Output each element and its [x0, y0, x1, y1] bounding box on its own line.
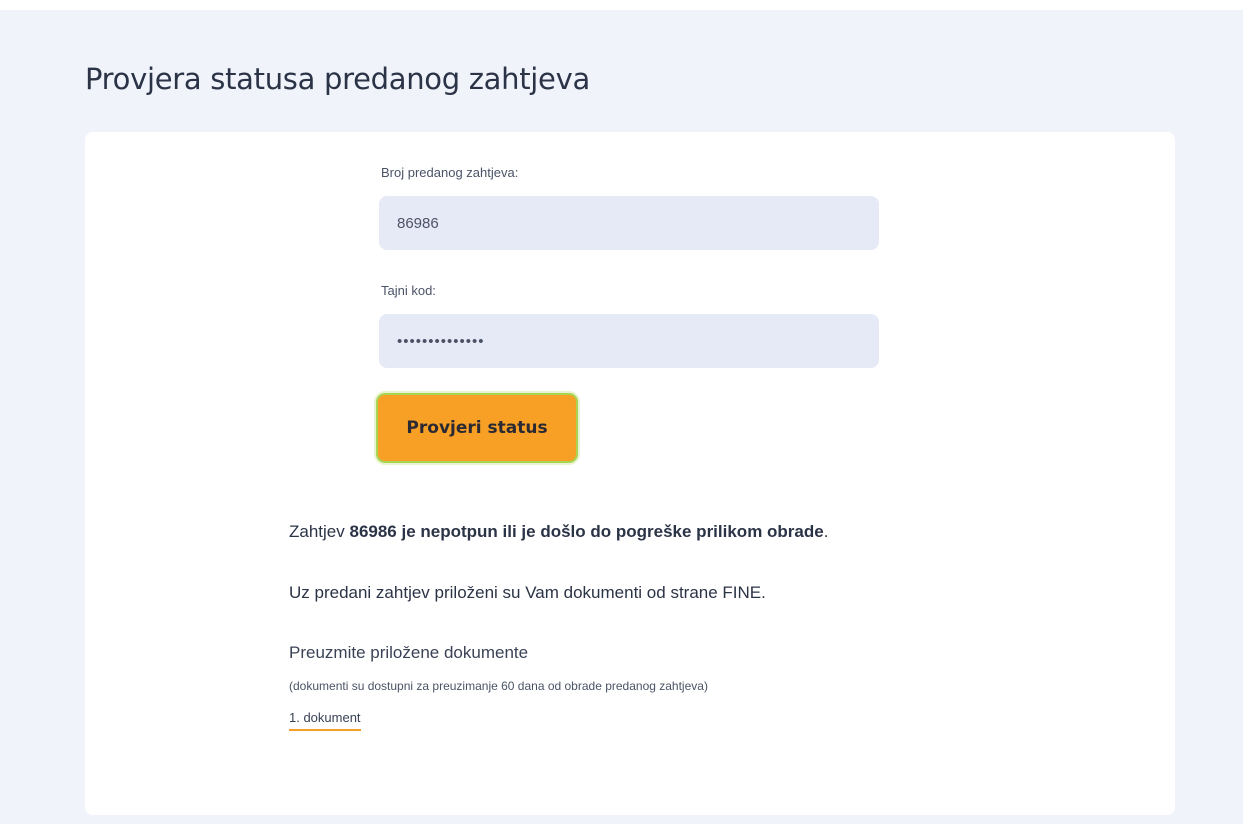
- document-link-1[interactable]: 1. dokument: [289, 710, 361, 731]
- status-request-number: 86986: [349, 522, 397, 541]
- top-strip: [0, 0, 1243, 10]
- status-period: .: [823, 522, 829, 541]
- status-prefix: Zahtjev: [289, 522, 350, 541]
- status-check-card: Broj predanog zahtjeva: Tajni kod: Provj…: [85, 132, 1175, 815]
- status-message: Zahtjev 86986 je nepotpun ili je došlo d…: [289, 522, 828, 542]
- page-title: Provjera statusa predanog zahtjeva: [85, 62, 590, 96]
- secret-code-label: Tajni kod:: [381, 283, 436, 298]
- secret-code-input[interactable]: [379, 314, 879, 368]
- request-number-label: Broj predanog zahtjeva:: [381, 165, 519, 180]
- download-heading: Preuzmite priložene dokumente: [289, 643, 529, 662]
- status-description: je nepotpun ili je došlo do pogreške pri…: [396, 522, 824, 541]
- request-number-input[interactable]: [379, 196, 879, 250]
- documents-note: Uz predani zahtjev priloženi su Vam doku…: [289, 583, 766, 602]
- availability-note: (dokumenti su dostupni za preuzimanje 60…: [289, 679, 708, 693]
- check-status-button[interactable]: Provjeri status: [376, 393, 578, 463]
